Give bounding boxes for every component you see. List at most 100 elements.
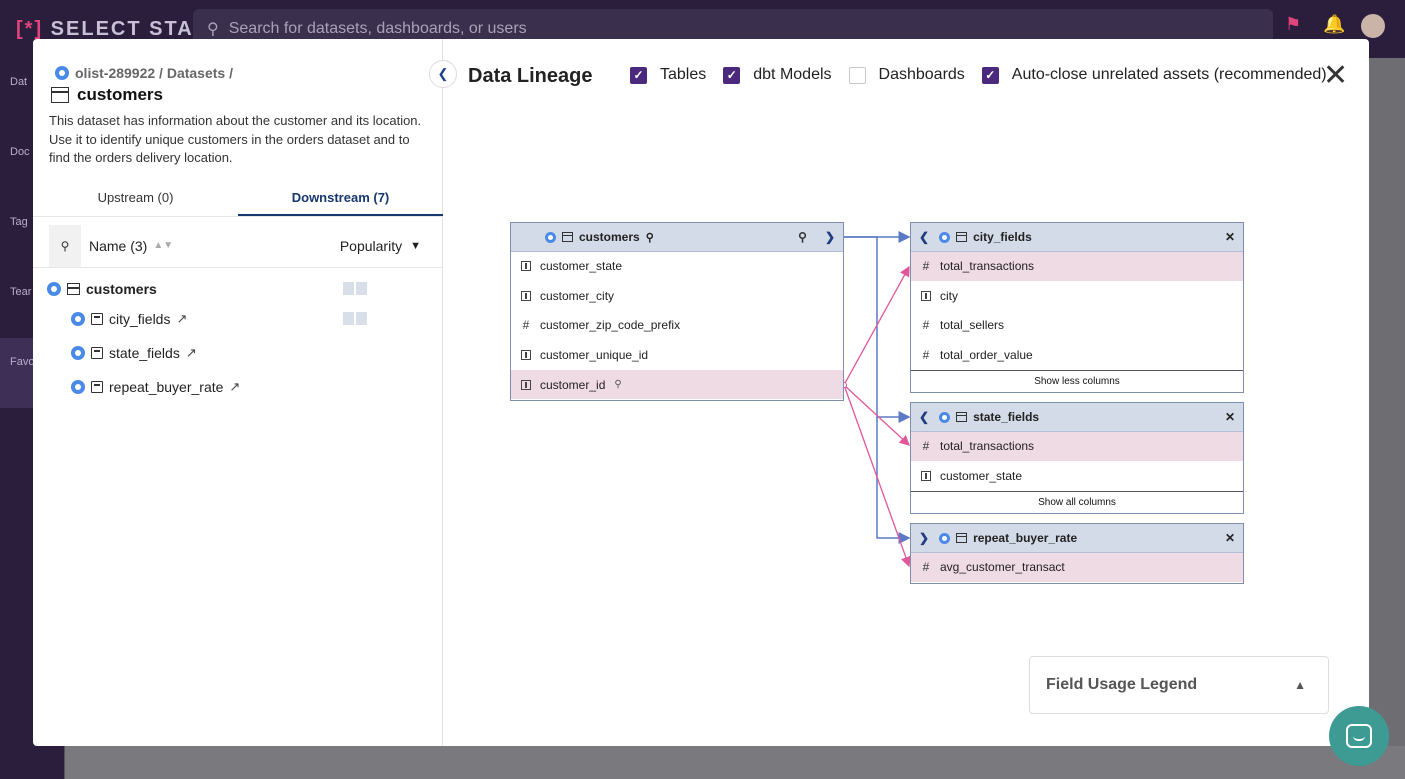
breadcrumb[interactable]: olist-289922 / Datasets / bbox=[55, 65, 233, 81]
bigquery-icon bbox=[71, 312, 85, 326]
column-row-selected[interactable]: customer_id ⚲ bbox=[511, 370, 843, 400]
bigquery-icon bbox=[71, 346, 85, 360]
tree-item-state-fields[interactable]: state_fields ↗ bbox=[71, 345, 197, 361]
dbt-model-icon bbox=[956, 412, 968, 422]
popularity-sort-dropdown[interactable]: Popularity ▼ bbox=[340, 238, 421, 254]
top-icons: ⚑ 🔔 bbox=[1285, 14, 1385, 38]
list-search-button[interactable]: ⚲ bbox=[49, 224, 81, 267]
avatar[interactable] bbox=[1361, 14, 1385, 38]
lineage-node-customers[interactable]: customers ⚲ ⚲ ❯ customer_state customer_… bbox=[510, 222, 844, 401]
brand-logo[interactable]: [*] SELECT STAR bbox=[16, 18, 210, 41]
name-column-header[interactable]: Name (3) ▲▼ bbox=[89, 238, 173, 254]
node-header[interactable]: ❮ city_fields ✕ bbox=[911, 223, 1243, 252]
text-type-icon bbox=[521, 290, 531, 301]
number-type-icon: # bbox=[922, 439, 930, 454]
collapse-panel-button[interactable]: ❮ bbox=[429, 60, 457, 88]
text-type-icon bbox=[921, 290, 931, 301]
number-type-icon: # bbox=[922, 560, 930, 575]
table-icon bbox=[67, 283, 80, 295]
dbt-model-icon bbox=[956, 533, 968, 543]
column-row-highlighted[interactable]: # total_transactions bbox=[911, 252, 1243, 282]
bigquery-icon bbox=[71, 380, 85, 394]
column-row[interactable]: customer_state bbox=[511, 252, 843, 282]
table-icon bbox=[51, 87, 69, 103]
bigquery-icon bbox=[47, 282, 61, 296]
chevron-up-icon[interactable]: ▲ bbox=[1294, 678, 1306, 692]
close-icon[interactable]: ✕ bbox=[1225, 410, 1235, 424]
chat-icon bbox=[1346, 724, 1372, 748]
dbt-model-icon bbox=[956, 232, 968, 242]
external-link-icon[interactable]: ↗ bbox=[176, 311, 187, 327]
column-row[interactable]: # total_order_value bbox=[911, 341, 1243, 371]
column-row[interactable]: # total_sellers bbox=[911, 311, 1243, 341]
popularity-indicator bbox=[343, 312, 367, 325]
column-row[interactable]: customer_city bbox=[511, 282, 843, 312]
dataset-panel: olist-289922 / Datasets / customers This… bbox=[33, 39, 443, 746]
pin-icon[interactable]: ⚲ bbox=[646, 231, 654, 244]
dbt-model-icon bbox=[91, 347, 103, 359]
text-type-icon bbox=[521, 261, 531, 272]
background-panel bbox=[64, 746, 1405, 779]
popularity-indicator bbox=[343, 282, 367, 295]
column-row[interactable]: customer_unique_id bbox=[511, 341, 843, 371]
column-row[interactable]: customer_state bbox=[911, 462, 1243, 492]
pin-icon[interactable]: ⚑ bbox=[1285, 14, 1309, 38]
chevron-right-icon[interactable]: ❯ bbox=[919, 531, 929, 545]
close-icon[interactable]: ✕ bbox=[1225, 531, 1235, 545]
table-icon bbox=[562, 232, 573, 242]
bigquery-icon bbox=[55, 66, 69, 80]
list-header: ⚲ Name (3) ▲▼ Popularity ▼ bbox=[33, 224, 443, 268]
column-row[interactable]: city bbox=[911, 282, 1243, 312]
sort-icon: ▲▼ bbox=[153, 240, 174, 251]
tree-root[interactable]: customers bbox=[47, 281, 157, 297]
lineage-tabs: Upstream (0) Downstream (7) bbox=[33, 183, 443, 217]
number-type-icon: # bbox=[522, 318, 530, 333]
column-row[interactable]: # customer_zip_code_prefix bbox=[511, 311, 843, 341]
field-usage-legend[interactable]: Field Usage Legend ▲ bbox=[1029, 656, 1329, 714]
dataset-description: This dataset has information about the c… bbox=[49, 113, 422, 165]
chevron-right-icon[interactable]: ❯ bbox=[825, 230, 835, 244]
search-icon[interactable]: ⚲ bbox=[798, 230, 807, 244]
bell-icon[interactable]: 🔔 bbox=[1323, 14, 1347, 38]
search-icon: ⚲ bbox=[207, 21, 219, 38]
dbt-model-icon bbox=[91, 313, 103, 325]
text-type-icon bbox=[521, 350, 531, 361]
number-type-icon: # bbox=[922, 259, 930, 274]
pin-icon[interactable]: ⚲ bbox=[614, 379, 621, 390]
bigquery-icon bbox=[939, 532, 951, 544]
tree-item-repeat-buyer-rate[interactable]: repeat_buyer_rate ↗ bbox=[71, 379, 240, 395]
node-header[interactable]: ❮ state_fields ✕ bbox=[911, 403, 1243, 432]
node-header[interactable]: customers ⚲ ⚲ ❯ bbox=[511, 223, 843, 252]
show-all-columns-button[interactable]: Show all columns bbox=[911, 491, 1243, 513]
number-type-icon: # bbox=[922, 348, 930, 363]
bigquery-icon bbox=[939, 231, 951, 243]
lineage-panel: Data Lineage ✓ Tables ✓ dbt Models Dashboa… bbox=[443, 39, 1369, 746]
dataset-title: customers bbox=[51, 85, 163, 105]
dbt-model-icon bbox=[91, 381, 103, 393]
chevron-left-icon[interactable]: ❮ bbox=[919, 230, 929, 244]
tab-downstream[interactable]: Downstream (7) bbox=[238, 183, 443, 216]
chevron-left-icon[interactable]: ❮ bbox=[919, 410, 929, 424]
caret-down-icon: ▼ bbox=[410, 239, 421, 252]
lineage-node-city-fields[interactable]: ❮ city_fields ✕ # total_transactions city… bbox=[910, 222, 1244, 394]
external-link-icon[interactable]: ↗ bbox=[186, 345, 197, 361]
number-type-icon: # bbox=[922, 318, 930, 333]
lineage-node-state-fields[interactable]: ❮ state_fields ✕ # total_transactions cus… bbox=[910, 402, 1244, 515]
bigquery-icon bbox=[939, 411, 951, 423]
external-link-icon[interactable]: ↗ bbox=[229, 379, 240, 395]
search-icon: ⚲ bbox=[60, 238, 70, 253]
bigquery-icon bbox=[545, 231, 556, 243]
column-row-highlighted[interactable]: # total_transactions bbox=[911, 432, 1243, 462]
column-row-highlighted[interactable]: # avg_customer_transact bbox=[911, 553, 1243, 583]
chat-launcher-button[interactable] bbox=[1329, 706, 1389, 766]
lineage-node-repeat-buyer-rate[interactable]: ❯ repeat_buyer_rate ✕ # avg_customer_tran… bbox=[910, 523, 1244, 584]
chevron-left-icon: ❮ bbox=[437, 66, 449, 81]
node-header[interactable]: ❯ repeat_buyer_rate ✕ bbox=[911, 524, 1243, 553]
close-icon[interactable]: ✕ bbox=[1225, 230, 1235, 244]
text-type-icon bbox=[921, 470, 931, 481]
show-less-columns-button[interactable]: Show less columns bbox=[911, 370, 1243, 392]
tree-item-city-fields[interactable]: city_fields ↗ bbox=[71, 311, 187, 327]
lineage-modal: olist-289922 / Datasets / customers This… bbox=[33, 39, 1369, 746]
tab-upstream[interactable]: Upstream (0) bbox=[33, 183, 238, 216]
text-type-icon bbox=[521, 379, 531, 390]
